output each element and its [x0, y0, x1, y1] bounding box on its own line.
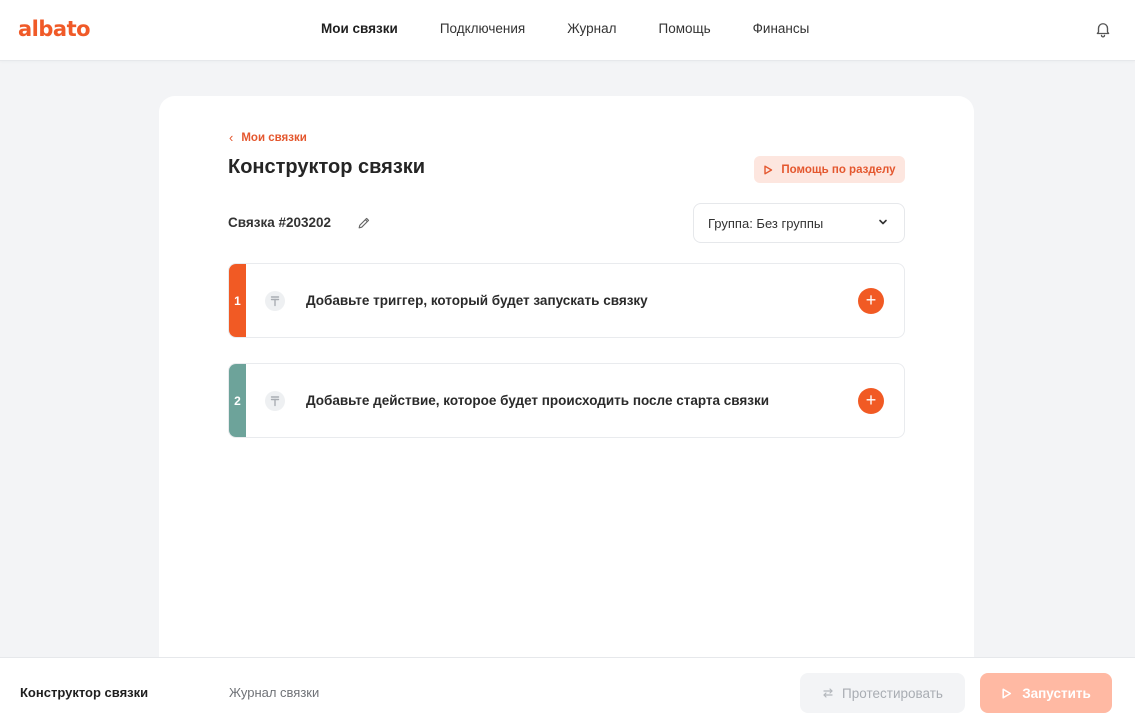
nav-item-my-connections[interactable]: Мои связки	[321, 21, 398, 36]
builder-card: ‹ Мои связки Конструктор связки Помощь п…	[159, 96, 974, 666]
connection-name: Связка #203202	[228, 215, 332, 230]
step-trigger[interactable]: 1 Добавьте триггер, который будет запуск…	[228, 263, 905, 338]
nav-item-finance[interactable]: Финансы	[753, 21, 810, 36]
app-placeholder-icon	[265, 391, 285, 411]
main-nav: Мои связки Подключения Журнал Помощь Фин…	[321, 21, 851, 36]
chevron-left-icon: ‹	[229, 130, 234, 145]
nav-item-help[interactable]: Помощь	[659, 21, 711, 36]
chevron-down-icon	[879, 219, 887, 225]
albato-logo[interactable]: albato	[18, 17, 91, 41]
add-step-button[interactable]: +	[858, 288, 884, 314]
step-action[interactable]: 2 Добавьте действие, которое будет проис…	[228, 363, 905, 438]
tab-connection-journal[interactable]: Журнал связки	[229, 685, 319, 700]
step-text: Добавьте действие, которое будет происхо…	[306, 393, 770, 408]
help-section-label: Помощь по разделу	[781, 163, 896, 176]
nav-item-connections[interactable]: Подключения	[440, 21, 525, 36]
nav-item-journal[interactable]: Журнал	[567, 21, 616, 36]
bottom-bar: Конструктор связки Журнал связки Протест…	[0, 657, 1135, 719]
step-number: 2	[229, 364, 246, 437]
app-placeholder-icon	[265, 291, 285, 311]
swap-arrows-icon	[823, 688, 833, 698]
group-select[interactable]: Группа: Без группы	[693, 203, 905, 243]
back-link-label: Мои связки	[241, 131, 307, 144]
step-number: 1	[229, 264, 246, 337]
add-step-button[interactable]: +	[858, 388, 884, 414]
bell-icon[interactable]	[1094, 20, 1112, 38]
test-button[interactable]: Протестировать	[800, 673, 965, 713]
step-text: Добавьте триггер, который будет запускат…	[306, 293, 648, 308]
run-button-label: Запустить	[1022, 685, 1091, 701]
run-button[interactable]: Запустить	[980, 673, 1112, 713]
page-title: Конструктор связки	[228, 156, 426, 178]
tab-builder[interactable]: Конструктор связки	[20, 685, 148, 700]
help-section-button[interactable]: Помощь по разделу	[754, 156, 905, 183]
play-icon	[764, 165, 773, 174]
group-select-value: Группа: Без группы	[708, 215, 824, 231]
pencil-icon[interactable]	[357, 216, 371, 230]
top-navigation-bar: albato Мои связки Подключения Журнал Пом…	[0, 0, 1135, 61]
back-link[interactable]: ‹ Мои связки	[229, 130, 307, 145]
test-button-label: Протестировать	[842, 685, 943, 701]
play-icon	[1002, 688, 1012, 698]
